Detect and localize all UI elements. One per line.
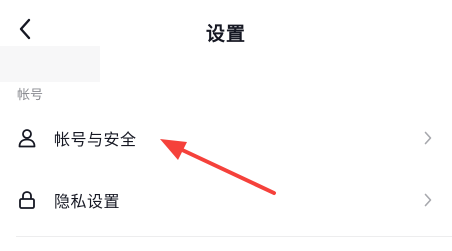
privacy-settings-label: 隐私设置	[54, 192, 121, 211]
account-security-label: 帐号与安全	[54, 130, 137, 149]
chevron-right-icon	[422, 130, 434, 146]
user-icon	[16, 127, 38, 149]
row-divider	[16, 236, 452, 237]
lock-icon	[16, 189, 38, 211]
account-security-row[interactable]: 帐号与安全	[0, 111, 452, 165]
blurred-region	[0, 46, 100, 82]
page-title: 设置	[205, 23, 246, 45]
chevron-right-icon	[422, 192, 434, 208]
privacy-settings-row[interactable]: 隐私设置	[0, 173, 452, 227]
section-label-account: 帐号	[17, 88, 44, 103]
